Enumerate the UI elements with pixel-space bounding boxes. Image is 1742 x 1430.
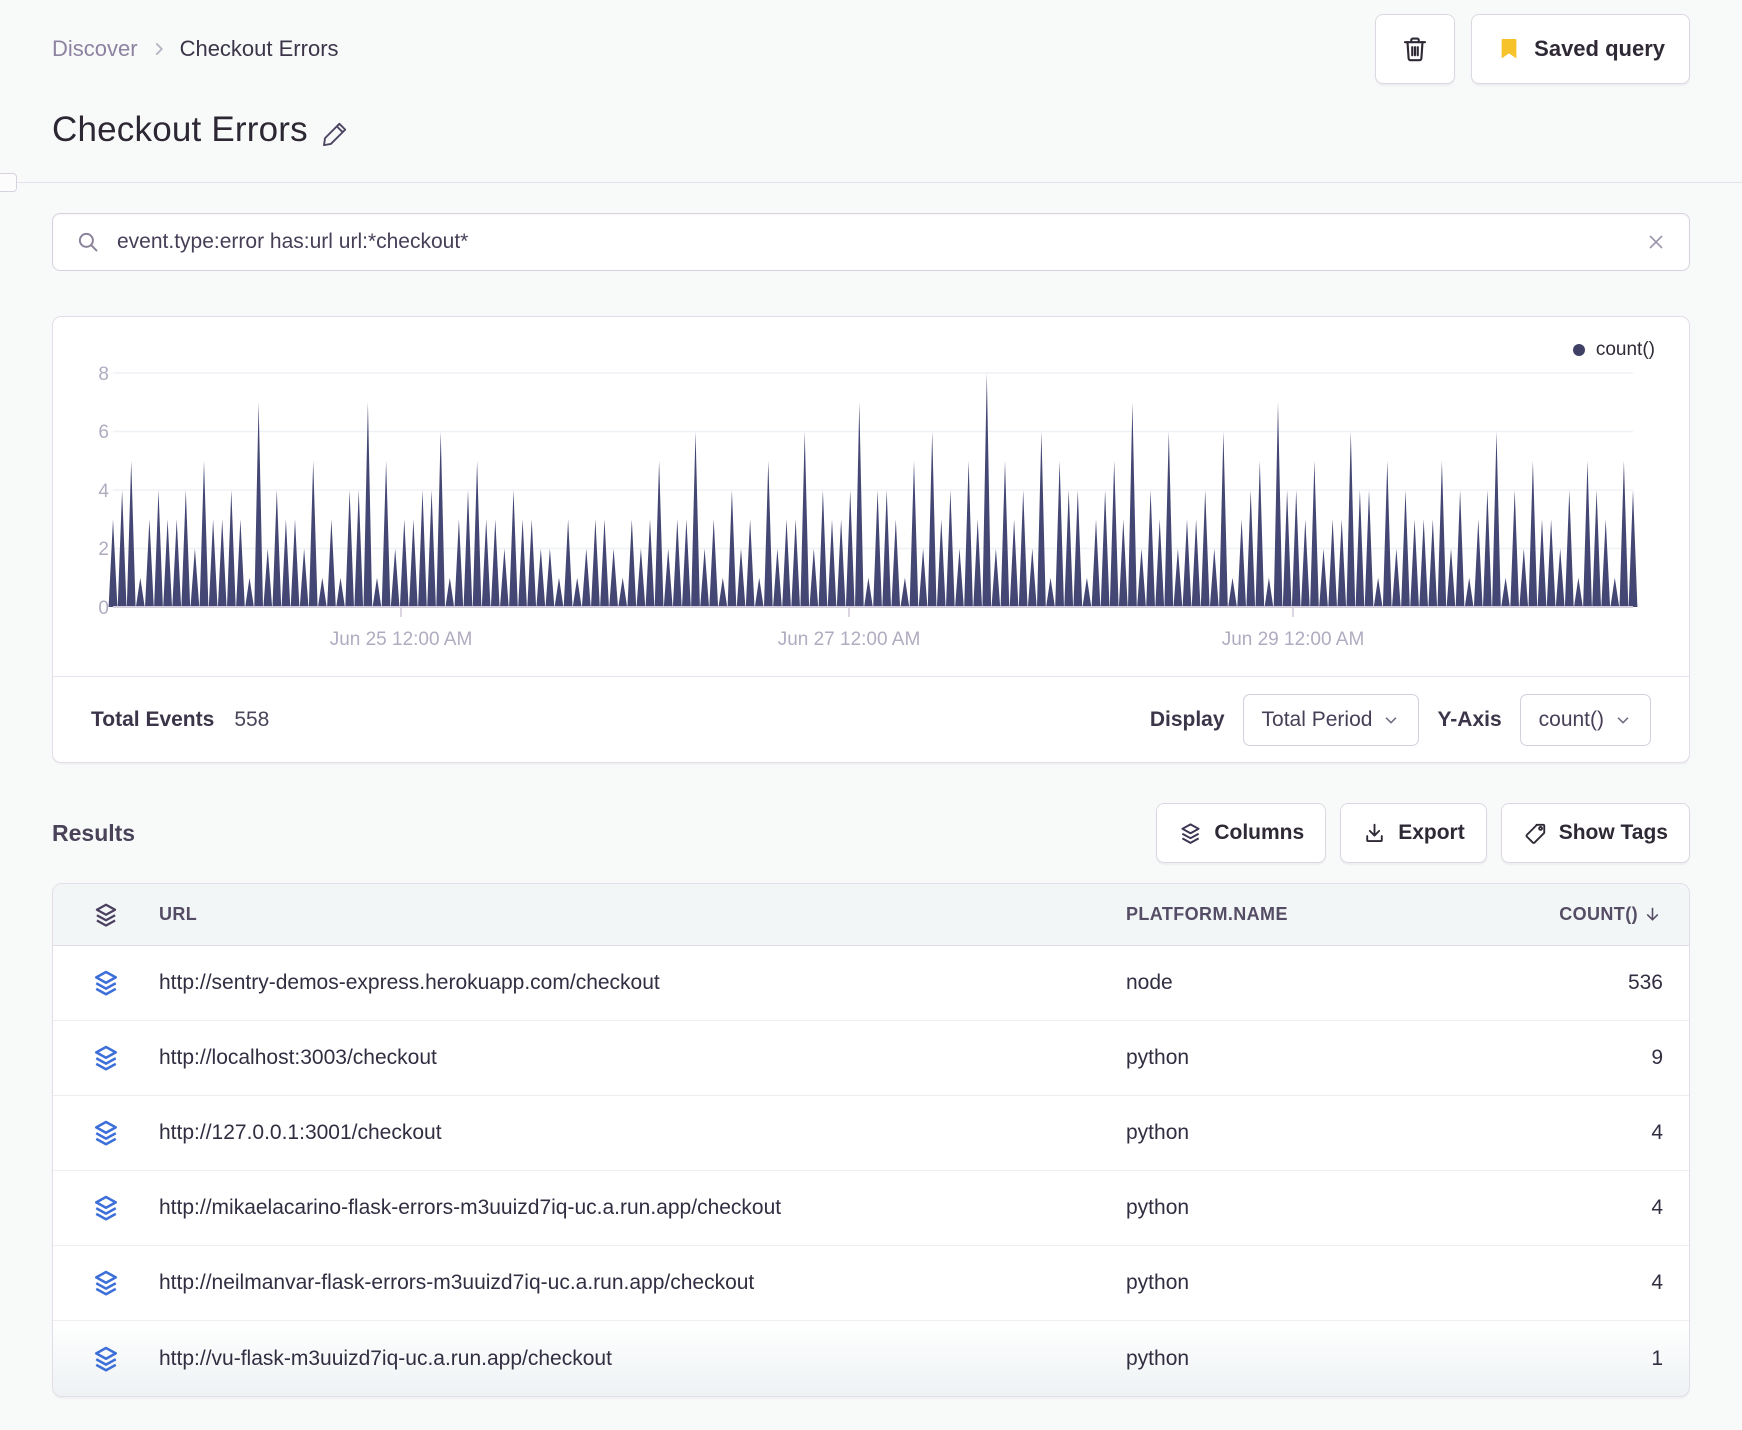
breadcrumb: Discover Checkout Errors <box>52 36 339 62</box>
export-label: Export <box>1398 821 1465 844</box>
cell-platform: python <box>1126 1046 1190 1069</box>
results-table: URL PLATFORM.NAME COUNT() http://sentry-… <box>52 883 1690 1397</box>
y-tick-0: 0 <box>98 598 109 619</box>
yaxis-value: count() <box>1538 707 1604 731</box>
breadcrumb-discover[interactable]: Discover <box>52 36 138 62</box>
cell-url[interactable]: http://mikaelacarino-flask-errors-m3uuiz… <box>159 1196 1126 1220</box>
cell-platform: python <box>1126 1271 1190 1294</box>
cell-count: 1 <box>1651 1346 1663 1370</box>
display-period-dropdown[interactable]: Total Period <box>1242 693 1420 746</box>
cell-platform: python <box>1126 1121 1190 1144</box>
breadcrumb-current: Checkout Errors <box>179 36 339 61</box>
cell-platform: python <box>1126 1346 1190 1370</box>
chevron-down-icon <box>1382 711 1400 729</box>
stack-events-icon[interactable] <box>53 1268 159 1298</box>
saved-query-button[interactable]: Saved query <box>1471 14 1690 84</box>
events-chart-card: count() 0 2 4 6 8 Jun 25 12:00 AM Jun 27… <box>52 316 1690 763</box>
stack-column-header[interactable] <box>53 901 159 929</box>
delete-query-button[interactable] <box>1375 14 1456 84</box>
total-events-value: 558 <box>234 707 270 731</box>
download-icon <box>1362 821 1387 846</box>
cell-url[interactable]: http://vu-flask-m3uuizd7iq-uc.a.run.app/… <box>159 1347 1126 1371</box>
discover-page: Discover Checkout Errors Saved query Che… <box>0 0 1742 1430</box>
y-tick-2: 2 <box>98 539 109 560</box>
table-row: http://vu-flask-m3uuizd7iq-uc.a.run.app/… <box>53 1321 1689 1396</box>
stack-events-icon[interactable] <box>53 1344 159 1374</box>
x-tick-jun27: Jun 27 12:00 AM <box>778 629 921 650</box>
divider-handle[interactable] <box>0 173 17 192</box>
bookmark-icon <box>1496 36 1522 62</box>
cell-platform: node <box>1126 971 1173 994</box>
table-row: http://sentry-demos-express.herokuapp.co… <box>53 946 1689 1021</box>
yaxis-dropdown[interactable]: count() <box>1519 693 1651 746</box>
stack-events-icon[interactable] <box>53 1118 159 1148</box>
cell-url[interactable]: http://127.0.0.1:3001/checkout <box>159 1121 1126 1145</box>
table-row: http://mikaelacarino-flask-errors-m3uuiz… <box>53 1171 1689 1246</box>
table-row: http://localhost:3003/checkout python 9 <box>53 1021 1689 1096</box>
saved-query-label: Saved query <box>1534 36 1665 61</box>
edit-title-icon[interactable] <box>322 119 350 147</box>
export-button[interactable]: Export <box>1340 803 1487 863</box>
y-tick-8: 8 <box>98 364 109 385</box>
column-header-url[interactable]: URL <box>159 904 1126 925</box>
top-bar: Discover Checkout Errors Saved query <box>52 0 1690 84</box>
cell-count: 4 <box>1651 1271 1663 1294</box>
cell-count: 9 <box>1651 1046 1663 1069</box>
stack-events-icon[interactable] <box>53 1043 159 1073</box>
stack-events-icon[interactable] <box>53 968 159 998</box>
cell-url[interactable]: http://localhost:3003/checkout <box>159 1046 1126 1070</box>
column-header-platform[interactable]: PLATFORM.NAME <box>1126 904 1523 925</box>
search-query: event.type:error has:url url:*checkout* <box>117 230 469 253</box>
legend-dot <box>1572 344 1585 356</box>
chevron-down-icon <box>1614 711 1632 729</box>
display-label: Display <box>1149 707 1225 731</box>
layers-icon <box>1178 821 1203 846</box>
columns-button[interactable]: Columns <box>1156 803 1327 863</box>
tag-icon <box>1523 821 1548 846</box>
search-bar[interactable]: event.type:error has:url url:*checkout* <box>52 213 1690 271</box>
chevron-right-icon <box>150 40 168 58</box>
table-row: http://neilmanvar-flask-errors-m3uuizd7i… <box>53 1246 1689 1321</box>
table-header-row: URL PLATFORM.NAME COUNT() <box>53 884 1689 946</box>
clear-search-icon[interactable] <box>1645 231 1667 253</box>
title-row: Checkout Errors <box>52 110 1690 150</box>
panel-divider <box>0 173 1742 192</box>
show-tags-button[interactable]: Show Tags <box>1500 803 1690 863</box>
events-spike-chart[interactable]: 0 2 4 6 8 Jun 25 12:00 AM Jun 27 12:00 A… <box>53 317 1689 677</box>
show-tags-label: Show Tags <box>1558 821 1668 844</box>
cell-count: 536 <box>1627 971 1663 994</box>
layers-icon <box>92 901 120 929</box>
page-title: Checkout Errors <box>52 110 308 149</box>
cell-platform: python <box>1126 1196 1190 1219</box>
cell-count: 4 <box>1651 1121 1663 1144</box>
results-actions: Columns Export Show Tags <box>1156 803 1690 863</box>
x-tick-jun29: Jun 29 12:00 AM <box>1222 629 1365 650</box>
chart-footer: Total Events 558 Display Total Period Y-… <box>53 676 1689 762</box>
cell-url[interactable]: http://sentry-demos-express.herokuapp.co… <box>159 971 1126 995</box>
columns-label: Columns <box>1214 821 1305 844</box>
results-header: Results Columns Export Show Tags <box>52 803 1690 863</box>
yaxis-label: Y-Axis <box>1437 707 1502 731</box>
stack-events-icon[interactable] <box>53 1193 159 1223</box>
cell-url[interactable]: http://neilmanvar-flask-errors-m3uuizd7i… <box>159 1271 1126 1295</box>
column-header-count[interactable]: COUNT() <box>1523 904 1663 925</box>
y-tick-4: 4 <box>98 481 109 502</box>
search-icon <box>75 229 101 255</box>
results-heading: Results <box>52 819 136 846</box>
sort-desc-icon <box>1642 904 1663 925</box>
trash-icon <box>1400 34 1430 64</box>
table-row: http://127.0.0.1:3001/checkout python 4 <box>53 1096 1689 1171</box>
display-period-value: Total Period <box>1261 707 1373 731</box>
total-events-label: Total Events <box>91 707 215 731</box>
y-tick-6: 6 <box>98 422 109 443</box>
legend-label: count() <box>1595 339 1655 360</box>
legend-count[interactable]: count() <box>1572 339 1655 361</box>
x-tick-jun25: Jun 25 12:00 AM <box>330 629 473 650</box>
cell-count: 4 <box>1651 1196 1663 1219</box>
header-actions: Saved query <box>1375 14 1690 84</box>
